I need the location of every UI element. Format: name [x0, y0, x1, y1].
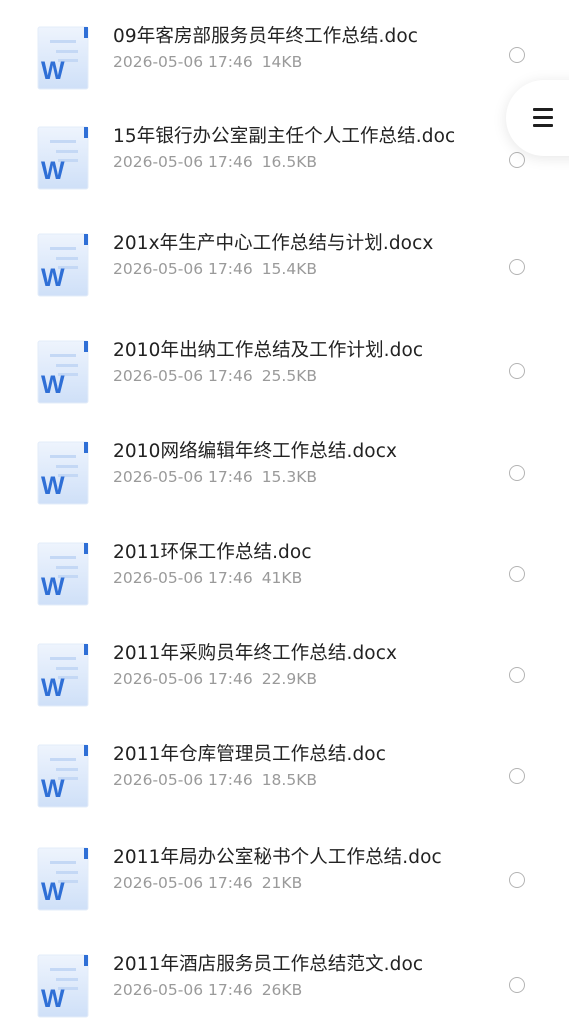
word-doc-icon: W — [37, 954, 89, 1018]
file-size: 26KB — [261, 981, 303, 999]
file-size: 22.9KB — [261, 670, 317, 688]
select-radio[interactable] — [509, 872, 525, 888]
file-meta: 2026-05-06 17:46 16.5KB — [113, 154, 458, 171]
file-info: 2011年局办公室秘书个人工作总结.doc 2026-05-06 17:46 21… — [113, 847, 458, 892]
file-date: 2026-05-06 17:46 — [113, 670, 253, 688]
select-radio[interactable] — [509, 152, 525, 168]
file-row[interactable]: W 2011年局办公室秘书个人工作总结.doc 2026-05-06 17:46… — [0, 847, 569, 947]
file-info: 2010年出纳工作总结及工作计划.doc 2026-05-06 17:46 25.… — [113, 340, 458, 385]
file-row[interactable]: W 09年客房部服务员年终工作总结.doc 2026-05-06 17:46 14… — [0, 26, 569, 126]
file-row[interactable]: W 2011环保工作总结.doc 2026-05-06 17:46 41KB — [0, 542, 569, 642]
word-doc-icon: W — [37, 233, 89, 297]
file-name: 2010网络编辑年终工作总结.docx — [113, 441, 398, 462]
file-meta: 2026-05-06 17:46 15.4KB — [113, 261, 458, 278]
file-name: 2011年采购员年终工作总结.docx — [113, 643, 398, 664]
file-meta: 2026-05-06 17:46 21KB — [113, 875, 458, 892]
word-doc-icon: W — [37, 126, 89, 190]
file-row[interactable]: W 2011年酒店服务员工作总结范文.doc 2026-05-06 17:46 2… — [0, 954, 569, 1024]
file-row[interactable]: W 15年银行办公室副主任个人工作总结.doc 2026-05-06 17:46… — [0, 126, 569, 226]
file-size: 14KB — [261, 53, 303, 71]
file-list: W 09年客房部服务员年终工作总结.doc 2026-05-06 17:46 14… — [0, 0, 569, 1024]
file-name: 15年银行办公室副主任个人工作总结.doc — [113, 126, 456, 147]
svg-text:W: W — [41, 57, 65, 85]
word-doc-icon: W — [37, 26, 89, 90]
select-radio[interactable] — [509, 566, 525, 582]
file-info: 2011年仓库管理员工作总结.doc 2026-05-06 17:46 18.5K… — [113, 744, 458, 789]
file-meta: 2026-05-06 17:46 26KB — [113, 982, 458, 999]
svg-text:W: W — [41, 157, 65, 185]
file-name: 2011年局办公室秘书个人工作总结.doc — [113, 847, 442, 868]
select-radio[interactable] — [509, 977, 525, 993]
file-meta: 2026-05-06 17:46 15.3KB — [113, 469, 458, 486]
file-name: 09年客房部服务员年终工作总结.doc — [113, 26, 419, 47]
file-size: 25.5KB — [261, 367, 317, 385]
file-info: 201x年生产中心工作总结与计划.docx 2026-05-06 17:46 15… — [113, 233, 458, 278]
file-date: 2026-05-06 17:46 — [113, 569, 253, 587]
svg-text:W: W — [41, 371, 65, 399]
file-date: 2026-05-06 17:46 — [113, 468, 253, 486]
file-info: 15年银行办公室副主任个人工作总结.doc 2026-05-06 17:46 16… — [113, 126, 458, 171]
word-doc-icon: W — [37, 643, 89, 707]
file-size: 18.5KB — [261, 771, 317, 789]
word-doc-icon: W — [37, 542, 89, 606]
file-meta: 2026-05-06 17:46 18.5KB — [113, 772, 458, 789]
select-radio[interactable] — [509, 667, 525, 683]
svg-text:W: W — [41, 472, 65, 500]
file-meta: 2026-05-06 17:46 41KB — [113, 570, 458, 587]
select-radio[interactable] — [509, 465, 525, 481]
file-row[interactable]: W 2011年采购员年终工作总结.docx 2026-05-06 17:46 22… — [0, 643, 569, 743]
file-date: 2026-05-06 17:46 — [113, 771, 253, 789]
file-name: 2011环保工作总结.doc — [113, 542, 312, 563]
file-size: 15.4KB — [261, 260, 317, 278]
file-date: 2026-05-06 17:46 — [113, 874, 253, 892]
file-name: 201x年生产中心工作总结与计划.docx — [113, 233, 434, 254]
file-info: 2011年酒店服务员工作总结范文.doc 2026-05-06 17:46 26K… — [113, 954, 458, 999]
svg-text:W: W — [41, 573, 65, 601]
svg-text:W: W — [41, 985, 65, 1013]
svg-text:W: W — [41, 878, 65, 906]
file-row[interactable]: W 2010年出纳工作总结及工作计划.doc 2026-05-06 17:46 2… — [0, 340, 569, 440]
file-name: 2011年仓库管理员工作总结.doc — [113, 744, 386, 765]
file-info: 2011年采购员年终工作总结.docx 2026-05-06 17:46 22.9… — [113, 643, 458, 688]
word-doc-icon: W — [37, 441, 89, 505]
file-name: 2010年出纳工作总结及工作计划.doc — [113, 340, 424, 361]
file-row[interactable]: W 2010网络编辑年终工作总结.docx 2026-05-06 17:46 15… — [0, 441, 569, 541]
file-meta: 2026-05-06 17:46 14KB — [113, 54, 458, 71]
file-meta: 2026-05-06 17:46 22.9KB — [113, 671, 458, 688]
select-radio[interactable] — [509, 768, 525, 784]
word-doc-icon: W — [37, 847, 89, 911]
file-size: 16.5KB — [261, 153, 317, 171]
file-row[interactable]: W 2011年仓库管理员工作总结.doc 2026-05-06 17:46 18.… — [0, 744, 569, 844]
file-date: 2026-05-06 17:46 — [113, 53, 253, 71]
select-radio[interactable] — [509, 363, 525, 379]
file-date: 2026-05-06 17:46 — [113, 260, 253, 278]
select-radio[interactable] — [509, 259, 525, 275]
file-size: 21KB — [261, 874, 303, 892]
file-meta: 2026-05-06 17:46 25.5KB — [113, 368, 458, 385]
word-doc-icon: W — [37, 340, 89, 404]
file-info: 2010网络编辑年终工作总结.docx 2026-05-06 17:46 15.3… — [113, 441, 458, 486]
file-date: 2026-05-06 17:46 — [113, 981, 253, 999]
file-row[interactable]: W 201x年生产中心工作总结与计划.docx 2026-05-06 17:46… — [0, 233, 569, 333]
file-date: 2026-05-06 17:46 — [113, 367, 253, 385]
svg-text:W: W — [41, 775, 65, 803]
svg-text:W: W — [41, 674, 65, 702]
file-name: 2011年酒店服务员工作总结范文.doc — [113, 954, 424, 975]
select-radio[interactable] — [509, 47, 525, 63]
file-date: 2026-05-06 17:46 — [113, 153, 253, 171]
word-doc-icon: W — [37, 744, 89, 808]
file-size: 15.3KB — [261, 468, 317, 486]
file-info: 2011环保工作总结.doc 2026-05-06 17:46 41KB — [113, 542, 458, 587]
file-size: 41KB — [261, 569, 303, 587]
svg-text:W: W — [41, 264, 65, 292]
file-info: 09年客房部服务员年终工作总结.doc 2026-05-06 17:46 14KB — [113, 26, 458, 71]
